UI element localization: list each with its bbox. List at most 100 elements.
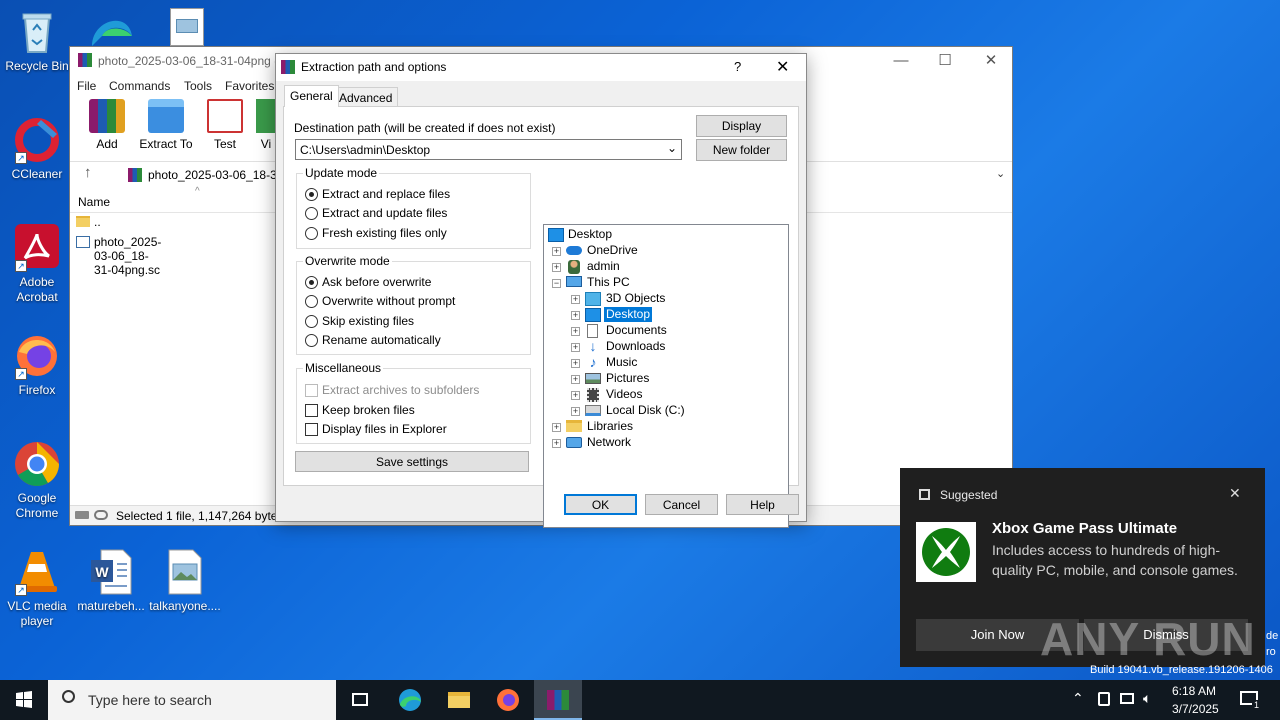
minimize-button[interactable]: —	[878, 51, 924, 73]
network-tray-icon[interactable]	[1120, 693, 1134, 704]
radio-overwrite-without-prompt[interactable]: Overwrite without prompt	[305, 294, 455, 310]
radio-button[interactable]	[305, 227, 318, 240]
expand-icon[interactable]: +	[571, 295, 580, 304]
view-icon	[256, 99, 276, 133]
toolbar-test-button[interactable]: Test	[197, 99, 253, 151]
tree-node-label: Videos	[606, 387, 643, 401]
general-tab-pane: Destination path (will be created if doe…	[283, 106, 799, 528]
clock-date[interactable]: 3/7/2025	[1172, 702, 1219, 716]
menu-commands[interactable]: Commands	[109, 79, 170, 93]
radio-rename-automatically[interactable]: Rename automatically	[305, 333, 441, 349]
toolbar-extract-to-button[interactable]: Extract To	[138, 99, 194, 151]
action-center-button[interactable]: 1	[1232, 680, 1280, 720]
file-name: photo_2025-03-06_18-31-04png.sc	[94, 235, 162, 277]
checkbox-display-in-explorer[interactable]: Display files in Explorer	[305, 422, 447, 438]
expand-icon[interactable]: +	[571, 343, 580, 352]
save-settings-button[interactable]: Save settings	[295, 451, 529, 472]
desktop-icon-ccleaner[interactable]: ↗ CCleaner	[0, 116, 74, 182]
tree-node-label: This PC	[587, 275, 630, 289]
expand-icon[interactable]: +	[552, 247, 561, 256]
folder-tree[interactable]: Desktop + OneDrive + admin − This PC + 3…	[543, 224, 789, 528]
start-button[interactable]	[0, 680, 48, 720]
radio-fresh-existing[interactable]: Fresh existing files only	[305, 226, 447, 242]
tree-node-label: admin	[587, 259, 620, 273]
expand-icon[interactable]: +	[571, 311, 580, 320]
libraries-folder-icon	[566, 420, 582, 432]
desktop-icon-vlc[interactable]: ↗ VLC media player	[0, 548, 74, 629]
toolbar-add-button[interactable]: Add	[79, 99, 135, 151]
taskbar-firefox-button[interactable]	[484, 680, 532, 720]
close-button[interactable]: ✕	[968, 51, 1014, 73]
checkbox	[305, 384, 318, 397]
display-button[interactable]: Display	[696, 115, 787, 137]
clock-time[interactable]: 6:18 AM	[1172, 684, 1216, 698]
checkbox[interactable]	[305, 423, 318, 436]
ok-button[interactable]: OK	[564, 494, 637, 515]
volume-icon[interactable]: 🔈︎	[1143, 690, 1151, 707]
expand-icon[interactable]: +	[571, 359, 580, 368]
menu-file[interactable]: File	[77, 79, 96, 93]
radio-ask-before-overwrite[interactable]: Ask before overwrite	[305, 275, 431, 291]
desktop-icon-adobe-acrobat[interactable]: ↗ Adobe Acrobat	[0, 224, 74, 305]
vlc-cone-icon: ↗	[13, 548, 61, 596]
desktop-folder-icon	[548, 228, 564, 242]
taskbar-search-box[interactable]: Type here to search	[48, 680, 336, 720]
expand-icon[interactable]: +	[571, 327, 580, 336]
tab-advanced[interactable]: Advanced	[333, 87, 399, 107]
tray-chevron-up-icon[interactable]: ⌃	[1072, 690, 1084, 707]
cancel-button[interactable]: Cancel	[645, 494, 718, 515]
expand-icon[interactable]: +	[571, 391, 580, 400]
tab-general[interactable]: General	[284, 85, 339, 107]
radio-button[interactable]	[305, 315, 318, 328]
radio-extract-replace[interactable]: Extract and replace files	[305, 187, 450, 203]
desktop-icon-label: Recycle Bin	[5, 59, 69, 73]
toolbar-view-button[interactable]: Vi	[256, 99, 276, 151]
task-view-icon	[352, 693, 368, 706]
up-arrow-icon[interactable]: ↑	[84, 164, 92, 181]
radio-button[interactable]	[305, 295, 318, 308]
task-view-button[interactable]	[336, 680, 384, 720]
expand-icon[interactable]: +	[552, 263, 561, 272]
expand-icon[interactable]: +	[552, 439, 561, 448]
tray-device-icon[interactable]	[1098, 692, 1110, 706]
extraction-dialog: Extraction path and options ? ✕ General …	[275, 53, 807, 528]
expand-icon[interactable]: +	[571, 375, 580, 384]
help-icon[interactable]: ?	[734, 59, 741, 74]
maximize-button[interactable]: ☐	[922, 51, 968, 73]
desktop-icon-word-doc[interactable]: W maturebeh...	[74, 548, 148, 614]
option-label: Skip existing files	[322, 314, 415, 328]
collapse-icon[interactable]: −	[552, 279, 561, 288]
radio-skip-existing[interactable]: Skip existing files	[305, 314, 414, 330]
radio-button[interactable]	[305, 207, 318, 220]
destination-path-combobox[interactable]: C:\Users\admin\Desktop ⌄	[295, 139, 682, 160]
dialog-titlebar[interactable]: Extraction path and options ? ✕	[276, 54, 806, 81]
desktop-icon-firefox[interactable]: ↗ Firefox	[0, 332, 74, 398]
menu-favorites[interactable]: Favorites	[225, 79, 274, 93]
path-dropdown-icon[interactable]: ⌄	[996, 167, 1005, 180]
radio-extract-update[interactable]: Extract and update files	[305, 206, 447, 222]
radio-button[interactable]	[305, 334, 318, 347]
checkbox-keep-broken-files[interactable]: Keep broken files	[305, 403, 415, 419]
toast-close-icon[interactable]: ✕	[1229, 485, 1241, 502]
expand-icon[interactable]: +	[552, 423, 561, 432]
path-text[interactable]: photo_2025-03-06_18-31	[148, 168, 283, 182]
desktop-icon-google-chrome[interactable]: Google Chrome	[0, 440, 74, 521]
chevron-down-icon[interactable]: ⌄	[667, 141, 677, 155]
column-name-header[interactable]: Name	[78, 195, 110, 209]
help-button[interactable]: Help	[726, 494, 799, 515]
new-folder-button[interactable]: New folder	[696, 139, 787, 161]
dialog-close-icon[interactable]: ✕	[776, 57, 789, 77]
taskbar-winrar-button[interactable]	[534, 680, 582, 720]
expand-icon[interactable]: +	[571, 407, 580, 416]
taskbar-file-explorer-button[interactable]	[435, 680, 483, 720]
desktop-icon-text-file[interactable]: talkanyone....	[148, 548, 222, 614]
desktop-icon-recycle-bin[interactable]: Recycle Bin	[0, 8, 74, 74]
recycle-bin-icon	[13, 8, 61, 56]
drive-icon	[75, 511, 89, 519]
menu-tools[interactable]: Tools	[184, 79, 212, 93]
checkbox[interactable]	[305, 404, 318, 417]
radio-button[interactable]	[305, 276, 318, 289]
radio-button[interactable]	[305, 188, 318, 201]
option-label: Extract and update files	[322, 206, 448, 220]
taskbar-edge-button[interactable]	[386, 680, 434, 720]
